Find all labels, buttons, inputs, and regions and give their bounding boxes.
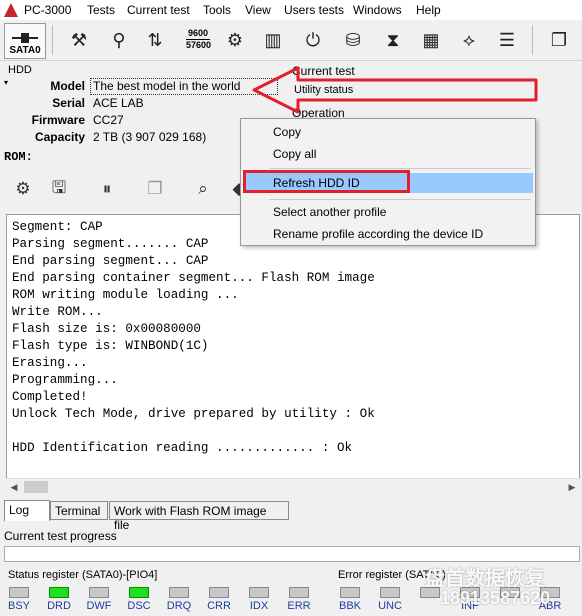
sata-connector-icon [12, 33, 38, 43]
serial-label: Serial [52, 96, 85, 110]
led-label: DWF [86, 600, 112, 612]
firmware-label: Firmware [31, 113, 85, 127]
annotation-highlight-box [243, 170, 410, 193]
watermark-text: 盘首数据恢复 [425, 568, 545, 590]
serial-value: ACE LAB [93, 96, 144, 110]
rom-settings-icon[interactable]: ⚙ [10, 176, 36, 202]
menu-item-rename-profile[interactable]: Rename profile according the device ID [273, 227, 483, 241]
baud-top: 9600 [186, 28, 210, 40]
menu-view[interactable]: View [245, 3, 271, 17]
rom-label: ROM: [4, 150, 33, 164]
hourglass-icon[interactable]: ⧗ [378, 24, 408, 56]
sata0-port-button[interactable]: SATA0 [4, 23, 46, 59]
copy-disabled-icon: ❐ [147, 179, 163, 198]
annotation-arrow [252, 66, 538, 114]
app-title: PC-3000 [24, 3, 72, 17]
scroll-right-icon[interactable]: ▶ [564, 479, 580, 496]
settings-gear-icon[interactable]: ⚙ [220, 24, 250, 56]
led-indicator [249, 587, 269, 598]
led-label: IDX [249, 600, 269, 612]
capacity-value: 2 TB (3 907 029 168) [93, 130, 207, 144]
chip-icon[interactable]: ▥ [258, 24, 288, 56]
baud-rate-button[interactable]: 9600 57600 [186, 28, 212, 51]
scroll-left-icon[interactable]: ◀ [6, 479, 22, 496]
led-indicator [169, 587, 189, 598]
log-line: End parsing container segment... Flash R… [12, 271, 375, 285]
menu-current-test[interactable]: Current test [127, 3, 190, 17]
transfer-icon[interactable]: ⇅ [140, 24, 170, 56]
bottom-tabs: Log Terminal Work with Flash ROM image f… [0, 500, 582, 532]
log-line: Flash type is: WINBOND(1C) [12, 339, 209, 353]
menu-bar: PC-3000 Tests Current test Tools View Us… [0, 0, 582, 20]
menu-help[interactable]: Help [416, 3, 441, 17]
status-register-label: Status register (SATA0)-[PIO4] [8, 569, 158, 581]
tools-hdd-icon[interactable]: ⚒ [64, 24, 94, 56]
log-line: Flash size is: 0x00080000 [12, 322, 201, 336]
tab-flash-rom-image[interactable]: Work with Flash ROM image file [109, 501, 289, 532]
log-horizontal-scrollbar[interactable]: ◀ ▶ [6, 478, 580, 496]
model-value[interactable]: The best model in the world [93, 79, 240, 93]
led-label: BSY [7, 600, 30, 612]
log-line: Parsing segment....... CAP [12, 237, 209, 251]
menu-item-copy-all[interactable]: Copy all [273, 147, 316, 161]
log-line: Completed! [12, 390, 88, 404]
capacity-label: Capacity [34, 130, 85, 144]
network-icon[interactable]: ⟡ [454, 24, 484, 56]
menu-item-copy[interactable]: Copy [273, 125, 301, 139]
disk-icon[interactable]: ⛁ [338, 24, 368, 56]
binoculars-icon[interactable]: ⌕ [190, 176, 216, 202]
main-toolbar: SATA0 ⚒ ⚲ ⇅ 9600 57600 ⚙ ▥ ⏻ ⛁ ⧗ ▦ ⟡ ☰ ❐ [0, 21, 582, 61]
power-icon[interactable]: ⏻ [298, 24, 328, 56]
led-label: DRQ [166, 600, 192, 612]
led-indicator [129, 587, 149, 598]
led-label: ERR [287, 600, 311, 612]
log-line: End parsing segment... CAP [12, 254, 209, 268]
menu-users-tests[interactable]: Users tests [284, 3, 344, 17]
menu-item-select-profile[interactable]: Select another profile [273, 205, 386, 219]
led-indicator [9, 587, 29, 598]
windows-icon[interactable]: ❐ [544, 24, 574, 56]
menu-tools[interactable]: Tools [203, 3, 231, 17]
pause-icon[interactable]: ⏸ [94, 176, 120, 202]
log-output[interactable]: Segment: CAP Parsing segment....... CAP … [6, 214, 580, 494]
log-line: Unlock Tech Mode, drive prepared by util… [12, 407, 375, 421]
led-indicator [340, 587, 360, 598]
progress-label: Current test progress [4, 529, 117, 543]
led-label: CRR [207, 600, 231, 612]
led-indicator [380, 587, 400, 598]
menu-tests[interactable]: Tests [87, 3, 115, 17]
hdd-group-label: HDD [8, 64, 32, 76]
log-line: Segment: CAP [12, 220, 103, 234]
scroll-thumb[interactable] [24, 481, 48, 493]
search-key-icon[interactable]: ⚲ [104, 24, 134, 56]
tab-log[interactable]: Log [4, 500, 50, 521]
watermark-phone: 18913587620 [440, 588, 551, 608]
led-label: DSC [127, 600, 151, 612]
log-line: Programming... [12, 373, 118, 387]
tab-terminal[interactable]: Terminal [50, 501, 108, 520]
rom-save-icon[interactable]: 🖫 [46, 176, 72, 202]
baud-bottom: 57600 [186, 40, 212, 50]
list-icon[interactable]: ☰ [492, 24, 522, 56]
led-indicator [289, 587, 309, 598]
model-label: Model [50, 79, 85, 93]
led-label: BBK [338, 600, 361, 612]
led-indicator [89, 587, 109, 598]
grid-icon[interactable]: ▦ [416, 24, 446, 56]
sata0-label: SATA0 [9, 45, 41, 56]
test-progress-bar [4, 546, 580, 562]
firmware-value: CC27 [93, 113, 124, 127]
pc3000-logo-icon [4, 3, 18, 17]
led-indicator [209, 587, 229, 598]
menu-windows[interactable]: Windows [353, 3, 402, 17]
led-label: UNC [378, 600, 402, 612]
led-indicator [49, 587, 69, 598]
log-line: ROM writing module loading ... [12, 288, 239, 302]
led-label: DRD [47, 600, 71, 612]
log-line: Erasing... [12, 356, 88, 370]
log-line: HDD Identification reading .............… [12, 441, 353, 455]
log-line: Write ROM... [12, 305, 103, 319]
